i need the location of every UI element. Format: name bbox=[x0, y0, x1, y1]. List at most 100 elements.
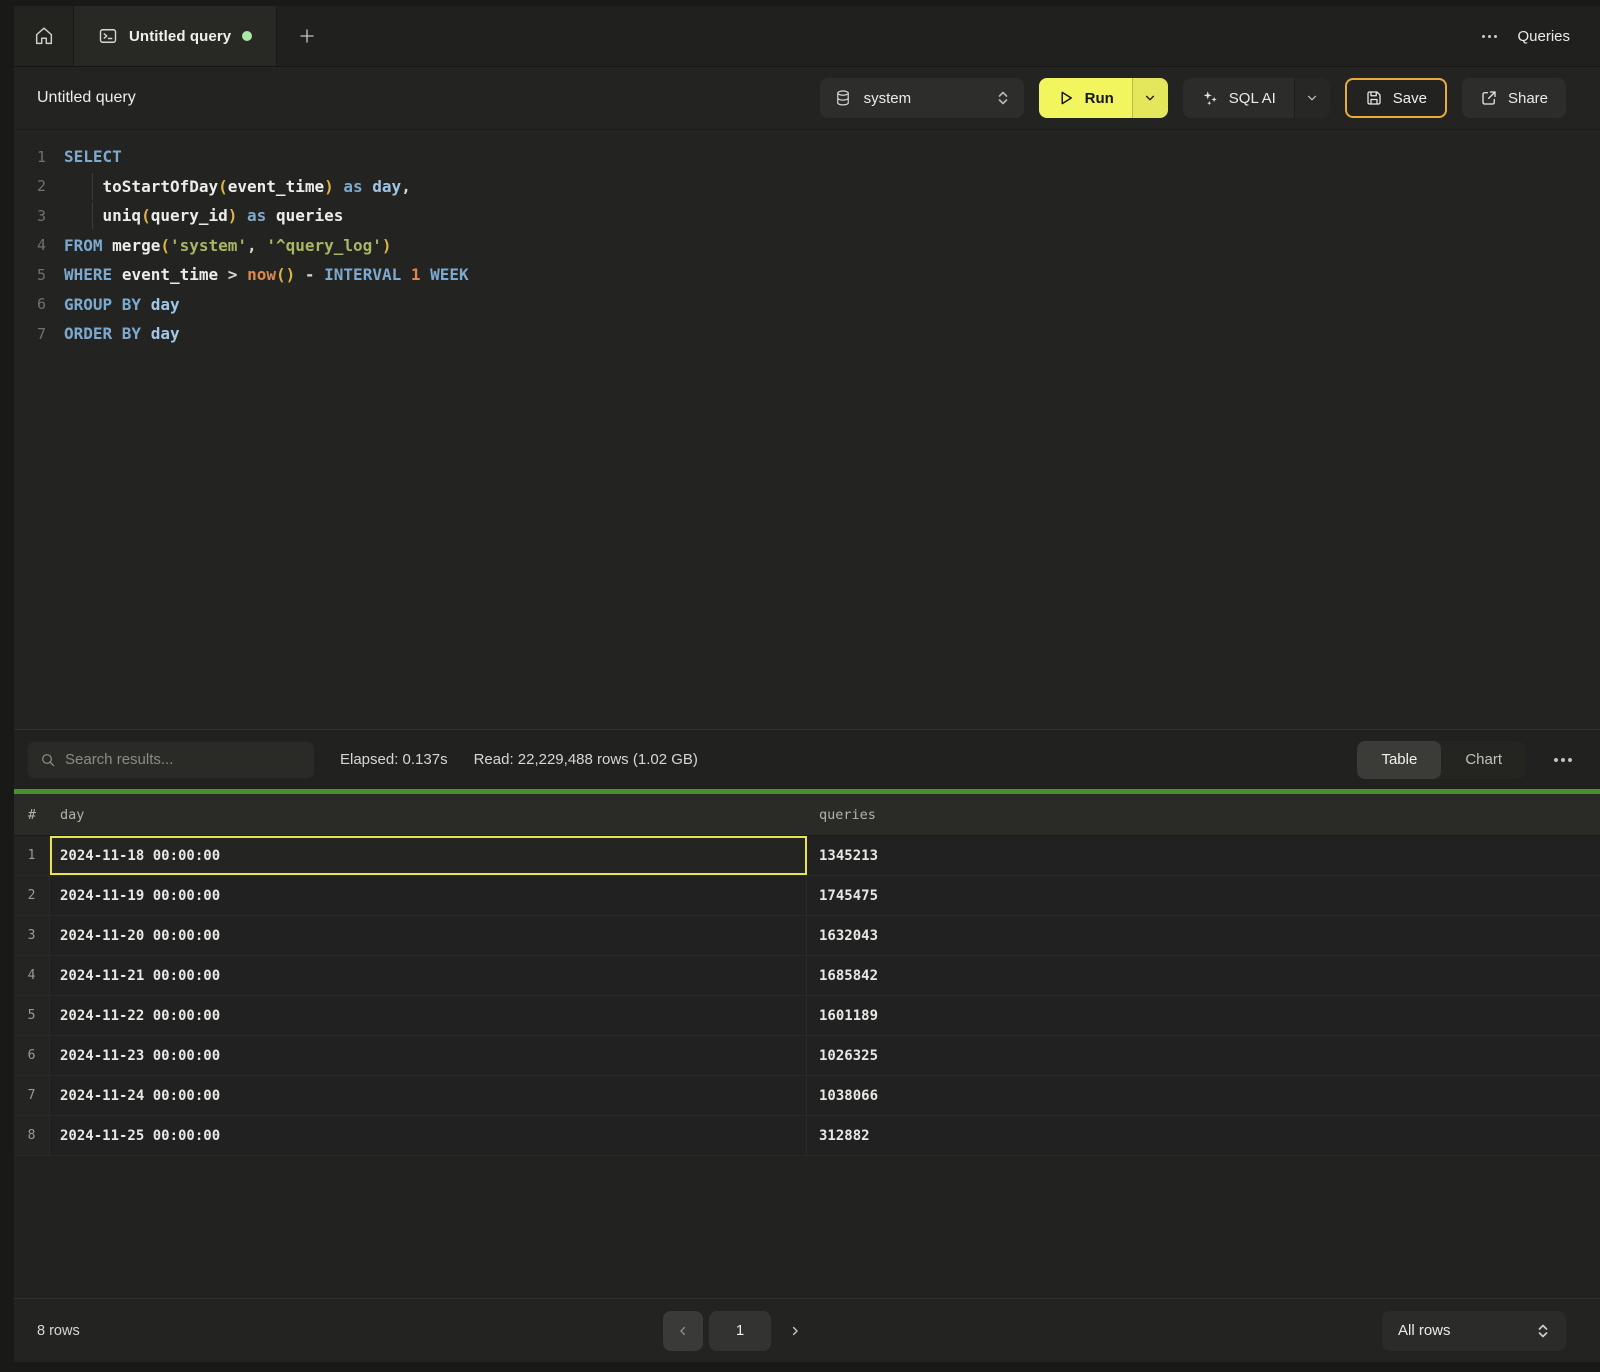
day-cell[interactable]: 2024-11-24 00:00:00 bbox=[50, 1076, 807, 1115]
search-results-box bbox=[28, 742, 314, 778]
tab-untitled-query[interactable]: Untitled query bbox=[74, 6, 277, 66]
day-cell[interactable]: 2024-11-19 00:00:00 bbox=[50, 876, 807, 915]
unsaved-dot bbox=[242, 31, 252, 41]
terminal-icon bbox=[98, 26, 118, 46]
plus-icon bbox=[298, 27, 316, 45]
share-button-label: Share bbox=[1508, 90, 1548, 107]
table-row: 7 2024-11-24 00:00:00 1038066 bbox=[14, 1076, 1600, 1116]
column-header-queries[interactable]: queries bbox=[807, 794, 1600, 835]
queries-cell[interactable]: 1038066 bbox=[807, 1076, 1600, 1115]
row-index-cell: 2 bbox=[14, 876, 50, 915]
row-index-cell: 7 bbox=[14, 1076, 50, 1115]
line-number: 3 bbox=[14, 207, 46, 225]
table-row: 8 2024-11-25 00:00:00 312882 bbox=[14, 1116, 1600, 1156]
chevron-right-icon bbox=[788, 1324, 802, 1338]
code-line[interactable]: 4 FROM merge('system', '^query_log') bbox=[14, 231, 1600, 261]
day-cell[interactable]: 2024-11-23 00:00:00 bbox=[50, 1036, 807, 1075]
queries-link[interactable]: Queries bbox=[1517, 28, 1570, 45]
table-row: 6 2024-11-23 00:00:00 1026325 bbox=[14, 1036, 1600, 1076]
current-page-button[interactable]: 1 bbox=[709, 1311, 771, 1351]
column-header-day[interactable]: day bbox=[50, 794, 807, 835]
run-button-label: Run bbox=[1085, 90, 1114, 107]
database-select[interactable]: system bbox=[820, 78, 1024, 118]
unfold-icon bbox=[996, 90, 1010, 106]
new-tab-button[interactable] bbox=[277, 6, 337, 66]
page-size-select[interactable]: All rows bbox=[1382, 1311, 1566, 1351]
code-text: FROM merge('system', '^query_log') bbox=[64, 236, 392, 255]
day-cell[interactable]: 2024-11-22 00:00:00 bbox=[50, 996, 807, 1035]
queries-cell[interactable]: 1685842 bbox=[807, 956, 1600, 995]
queries-cell[interactable]: 1345213 bbox=[807, 836, 1600, 875]
code-line[interactable]: 7 ORDER BY day bbox=[14, 319, 1600, 349]
search-icon bbox=[40, 752, 56, 768]
table-header-row: # day queries bbox=[14, 794, 1600, 836]
more-options-icon[interactable] bbox=[1482, 35, 1497, 38]
day-cell[interactable]: 2024-11-25 00:00:00 bbox=[50, 1116, 807, 1155]
elapsed-time: Elapsed: 0.137s bbox=[340, 751, 448, 768]
tab-table-view[interactable]: Table bbox=[1357, 741, 1441, 779]
tab-chart-view[interactable]: Chart bbox=[1441, 741, 1526, 779]
results-footer: 8 rows 1 All rows bbox=[14, 1298, 1600, 1362]
sparkles-icon bbox=[1201, 89, 1219, 107]
tab-title: Untitled query bbox=[129, 28, 231, 45]
chevron-down-icon bbox=[1305, 91, 1319, 105]
sql-ai-button[interactable]: SQL AI bbox=[1183, 78, 1294, 118]
database-select-value: system bbox=[864, 90, 912, 107]
previous-page-button[interactable] bbox=[663, 1311, 703, 1351]
day-cell[interactable]: 2024-11-21 00:00:00 bbox=[50, 956, 807, 995]
sql-console: Untitled query Queries Untitled query bbox=[14, 6, 1600, 1362]
queries-cell[interactable]: 1632043 bbox=[807, 916, 1600, 955]
table-row: 4 2024-11-21 00:00:00 1685842 bbox=[14, 956, 1600, 996]
pagination: 1 bbox=[663, 1311, 813, 1351]
line-number: 4 bbox=[14, 236, 46, 254]
chevron-left-icon bbox=[676, 1324, 690, 1338]
unfold-icon bbox=[1536, 1323, 1550, 1339]
code-text: ORDER BY day bbox=[64, 324, 180, 343]
table-row: 2 2024-11-19 00:00:00 1745475 bbox=[14, 876, 1600, 916]
code-line[interactable]: 6 GROUP BY day bbox=[14, 290, 1600, 320]
code-text: GROUP BY day bbox=[64, 295, 180, 314]
queries-cell[interactable]: 312882 bbox=[807, 1116, 1600, 1155]
column-header-index[interactable]: # bbox=[14, 794, 50, 835]
line-number: 1 bbox=[14, 148, 46, 166]
row-count: 8 rows bbox=[37, 1323, 80, 1339]
save-button-label: Save bbox=[1393, 90, 1427, 107]
search-results-input[interactable] bbox=[65, 751, 302, 768]
day-cell[interactable]: 2024-11-18 00:00:00 bbox=[50, 836, 807, 875]
row-index-cell: 1 bbox=[14, 836, 50, 875]
next-page-button[interactable] bbox=[777, 1311, 813, 1351]
results-more-icon[interactable] bbox=[1554, 758, 1572, 762]
day-cell[interactable]: 2024-11-20 00:00:00 bbox=[50, 916, 807, 955]
share-button[interactable]: Share bbox=[1462, 78, 1566, 118]
results-table: # day queries 1 2024-11-18 00:00:00 1345… bbox=[14, 794, 1600, 1156]
line-number: 6 bbox=[14, 295, 46, 313]
code-text: SELECT bbox=[64, 147, 122, 166]
queries-cell[interactable]: 1745475 bbox=[807, 876, 1600, 915]
database-icon bbox=[834, 89, 852, 107]
results-empty-area bbox=[14, 1156, 1600, 1298]
queries-cell[interactable]: 1601189 bbox=[807, 996, 1600, 1035]
sql-ai-options-button[interactable] bbox=[1294, 78, 1330, 118]
sql-editor[interactable]: 1 SELECT 2 toStartOfDay(event_time) as d… bbox=[14, 130, 1600, 729]
code-lines: 1 SELECT 2 toStartOfDay(event_time) as d… bbox=[14, 142, 1600, 349]
queries-cell[interactable]: 1026325 bbox=[807, 1036, 1600, 1075]
run-options-button[interactable] bbox=[1132, 78, 1168, 118]
line-number: 7 bbox=[14, 325, 46, 343]
row-index-cell: 4 bbox=[14, 956, 50, 995]
code-line[interactable]: 2 toStartOfDay(event_time) as day, bbox=[14, 172, 1600, 202]
table-row: 5 2024-11-22 00:00:00 1601189 bbox=[14, 996, 1600, 1036]
results-toolbar: Elapsed: 0.137s Read: 22,229,488 rows (1… bbox=[14, 729, 1600, 789]
table-row: 1 2024-11-18 00:00:00 1345213 bbox=[14, 836, 1600, 876]
page-size-value: All rows bbox=[1398, 1322, 1451, 1339]
save-button[interactable]: Save bbox=[1345, 78, 1447, 118]
code-line[interactable]: 5 WHERE event_time > now() - INTERVAL 1 … bbox=[14, 260, 1600, 290]
home-button[interactable] bbox=[14, 6, 74, 66]
line-number: 5 bbox=[14, 266, 46, 284]
code-line[interactable]: 3 uniq(query_id) as queries bbox=[14, 201, 1600, 231]
row-index-cell: 8 bbox=[14, 1116, 50, 1155]
run-button-group: Run bbox=[1039, 78, 1168, 118]
code-line[interactable]: 1 SELECT bbox=[14, 142, 1600, 172]
code-text: WHERE event_time > now() - INTERVAL 1 WE… bbox=[64, 265, 469, 284]
run-button[interactable]: Run bbox=[1039, 78, 1132, 118]
table-row: 3 2024-11-20 00:00:00 1632043 bbox=[14, 916, 1600, 956]
